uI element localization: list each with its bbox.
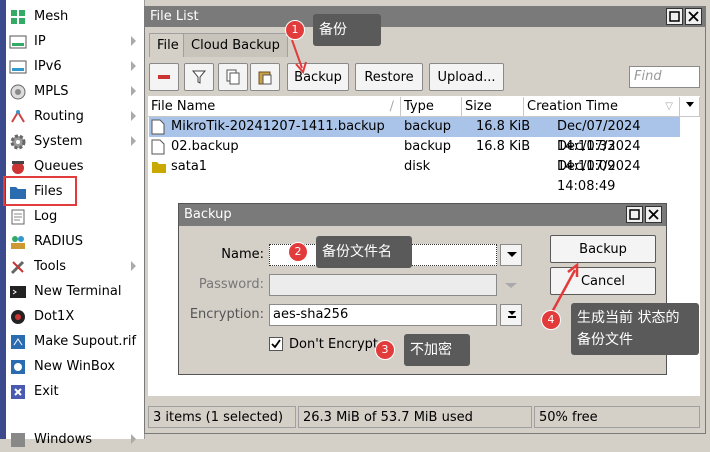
- annotation-callout-1: 备份: [313, 14, 381, 46]
- annotation-number-4: 4: [541, 310, 561, 330]
- annotation-number-3: 3: [375, 340, 395, 360]
- annotation-callout-4-line-2: 备份文件: [577, 332, 633, 348]
- annotation-arrows: [291, 39, 579, 315]
- annotation-callout-4: 生成当前 状态的 备份文件: [571, 303, 699, 355]
- annotation-callout-3: 不加密: [404, 334, 470, 366]
- annotation-number-1: 1: [285, 20, 305, 40]
- annotation-callout-2: 备份文件名: [316, 236, 412, 268]
- annotation-number-2: 2: [288, 242, 308, 262]
- annotation-callout-4-line-1: 生成当前 状态的: [577, 310, 680, 326]
